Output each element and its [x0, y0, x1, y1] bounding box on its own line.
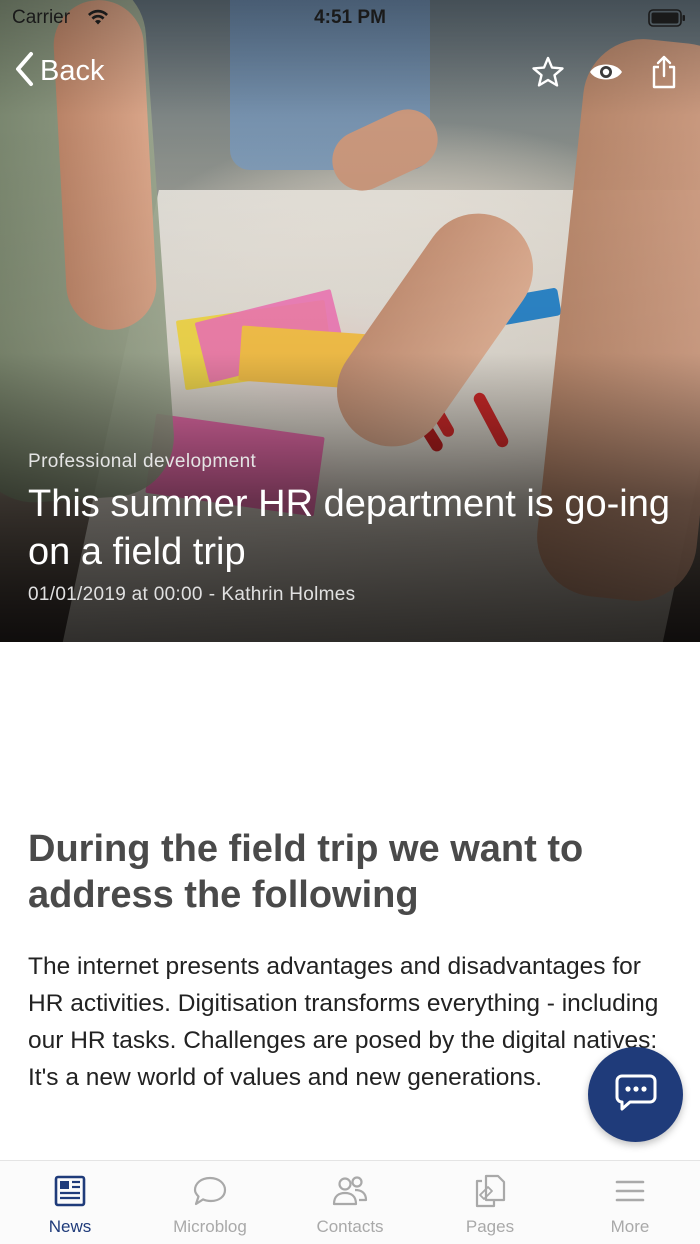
meta-separator: - — [208, 584, 216, 605]
tab-microblog[interactable]: Microblog — [140, 1161, 280, 1244]
article-content: During the field trip we want to address… — [28, 826, 668, 1096]
microblog-icon — [192, 1173, 228, 1209]
tab-contacts[interactable]: Contacts — [280, 1161, 420, 1244]
article-date: 01/01/2019 at 00:00 — [28, 584, 203, 605]
tab-label-pages: Pages — [465, 1217, 515, 1236]
tab-more[interactable]: More — [560, 1161, 700, 1244]
article-body: The internet presents advantages and dis… — [28, 953, 659, 1091]
tab-label-contacts: Contacts — [316, 1217, 384, 1236]
status-bar: Carrier 4:51 PM — [0, 0, 700, 36]
article-author[interactable]: Kathrin Holmes — [221, 584, 355, 605]
article-meta: 01/01/2019 at 00:00- Kathrin Holmes — [28, 584, 355, 606]
tab-bar: News Microblog Contacts Pages More — [0, 1160, 700, 1244]
battery-icon — [648, 8, 686, 33]
pages-icon — [473, 1173, 507, 1209]
tab-pages[interactable]: Pages — [420, 1161, 560, 1244]
share-icon[interactable] — [644, 52, 684, 92]
tab-label-microblog: Microblog — [173, 1217, 247, 1236]
chat-bubble-icon — [614, 1072, 658, 1117]
article-category: Professional development — [28, 451, 257, 472]
status-time: 4:51 PM — [314, 7, 386, 28]
more-icon — [614, 1173, 646, 1209]
chat-button[interactable] — [588, 1047, 683, 1142]
back-button[interactable]: Back — [14, 50, 104, 92]
news-icon — [53, 1173, 87, 1209]
article-heading: During the field trip we want to address… — [28, 828, 584, 916]
eye-icon[interactable] — [586, 52, 626, 92]
tab-label-more: More — [610, 1217, 650, 1236]
chevron-left-icon — [14, 51, 34, 92]
tab-news[interactable]: News — [0, 1161, 140, 1244]
star-icon[interactable] — [528, 52, 568, 92]
article-title: This summer HR department is go-ing on a… — [28, 483, 670, 573]
tab-label-news: News — [48, 1217, 92, 1236]
contacts-icon — [330, 1173, 370, 1209]
back-label: Back — [40, 54, 105, 87]
